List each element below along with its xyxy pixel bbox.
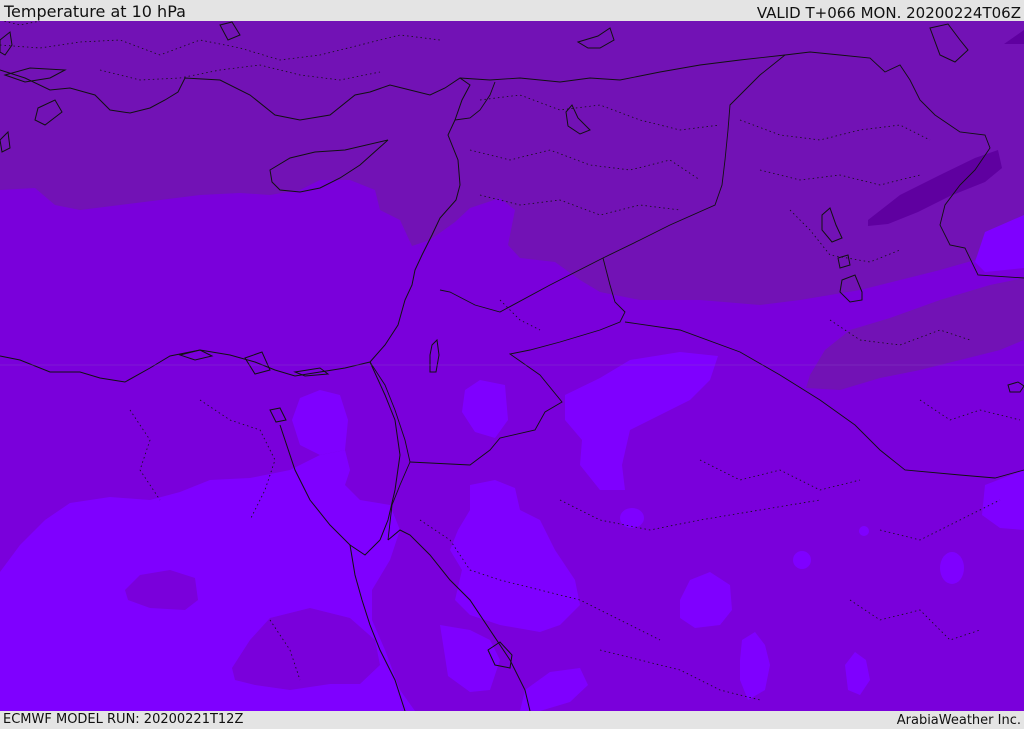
field-light-dot-3 <box>940 552 964 584</box>
map-area[interactable] <box>0 21 1024 711</box>
field-light-dot-2 <box>793 551 811 569</box>
field-light-dot-4 <box>859 526 869 536</box>
model-run: ECMWF MODEL RUN: 20200221T12Z <box>3 712 244 727</box>
temperature-map <box>0 21 1024 711</box>
bottom-bar: ECMWF MODEL RUN: 20200221T12Z ArabiaWeat… <box>0 711 1024 729</box>
valid-time: VALID T+066 MON. 20200224T06Z <box>756 4 1021 22</box>
credit-label: ArabiaWeather Inc. <box>896 713 1021 728</box>
top-bar: Temperature at 10 hPa VALID T+066 MON. 2… <box>0 0 1024 21</box>
map-title: Temperature at 10 hPa <box>4 2 186 21</box>
